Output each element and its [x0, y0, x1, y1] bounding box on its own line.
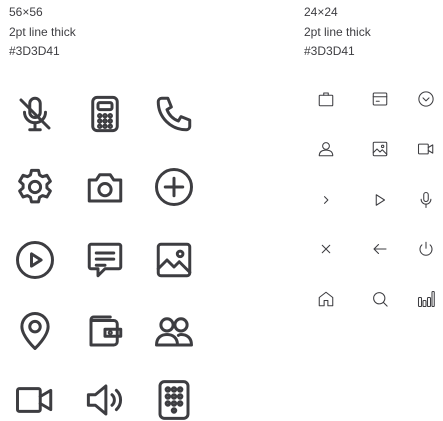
video-camera-icon [14, 379, 56, 421]
large-icon-color-label: #3D3D41 [9, 44, 60, 58]
close-icon [317, 240, 335, 258]
phone-icon [153, 93, 195, 135]
briefcase-icon [317, 90, 335, 108]
small-icon-spec: 24×24 2pt line thick #3D3D41 [304, 3, 371, 62]
location-pin-icon [14, 310, 56, 352]
large-icon-size-label: 56×56 [9, 5, 43, 19]
wallet-icon [84, 310, 126, 352]
speaker-icon [84, 379, 126, 421]
plus-circle-icon [153, 166, 195, 208]
user-icon [317, 140, 335, 158]
search-icon [371, 290, 389, 308]
image-icon [371, 140, 389, 158]
play-icon [371, 191, 389, 209]
play-circle-icon [14, 239, 56, 281]
small-icon-size-label: 24×24 [304, 5, 338, 19]
large-icon-stroke-label: 2pt line thick [9, 24, 76, 39]
keypad-icon [153, 379, 195, 421]
mic-off-icon [14, 93, 56, 135]
home-icon [317, 290, 335, 308]
microphone-icon [417, 191, 435, 209]
small-icon-color-label: #3D3D41 [304, 44, 355, 58]
image-icon [153, 239, 195, 281]
chevron-down-circle-icon [417, 90, 435, 108]
gear-icon [14, 166, 56, 208]
chevron-right-icon [317, 191, 335, 209]
arrow-left-icon [371, 240, 389, 258]
power-icon [417, 240, 435, 258]
camera-icon [84, 166, 126, 208]
message-icon [84, 239, 126, 281]
small-icon-stroke-label: 2pt line thick [304, 24, 371, 39]
video-camera-icon [417, 140, 435, 158]
calculator-icon [84, 93, 126, 135]
users-icon [153, 310, 195, 352]
credit-card-icon [371, 90, 389, 108]
bar-chart-icon [417, 290, 435, 308]
large-icon-spec: 56×56 2pt line thick #3D3D41 [9, 3, 76, 62]
